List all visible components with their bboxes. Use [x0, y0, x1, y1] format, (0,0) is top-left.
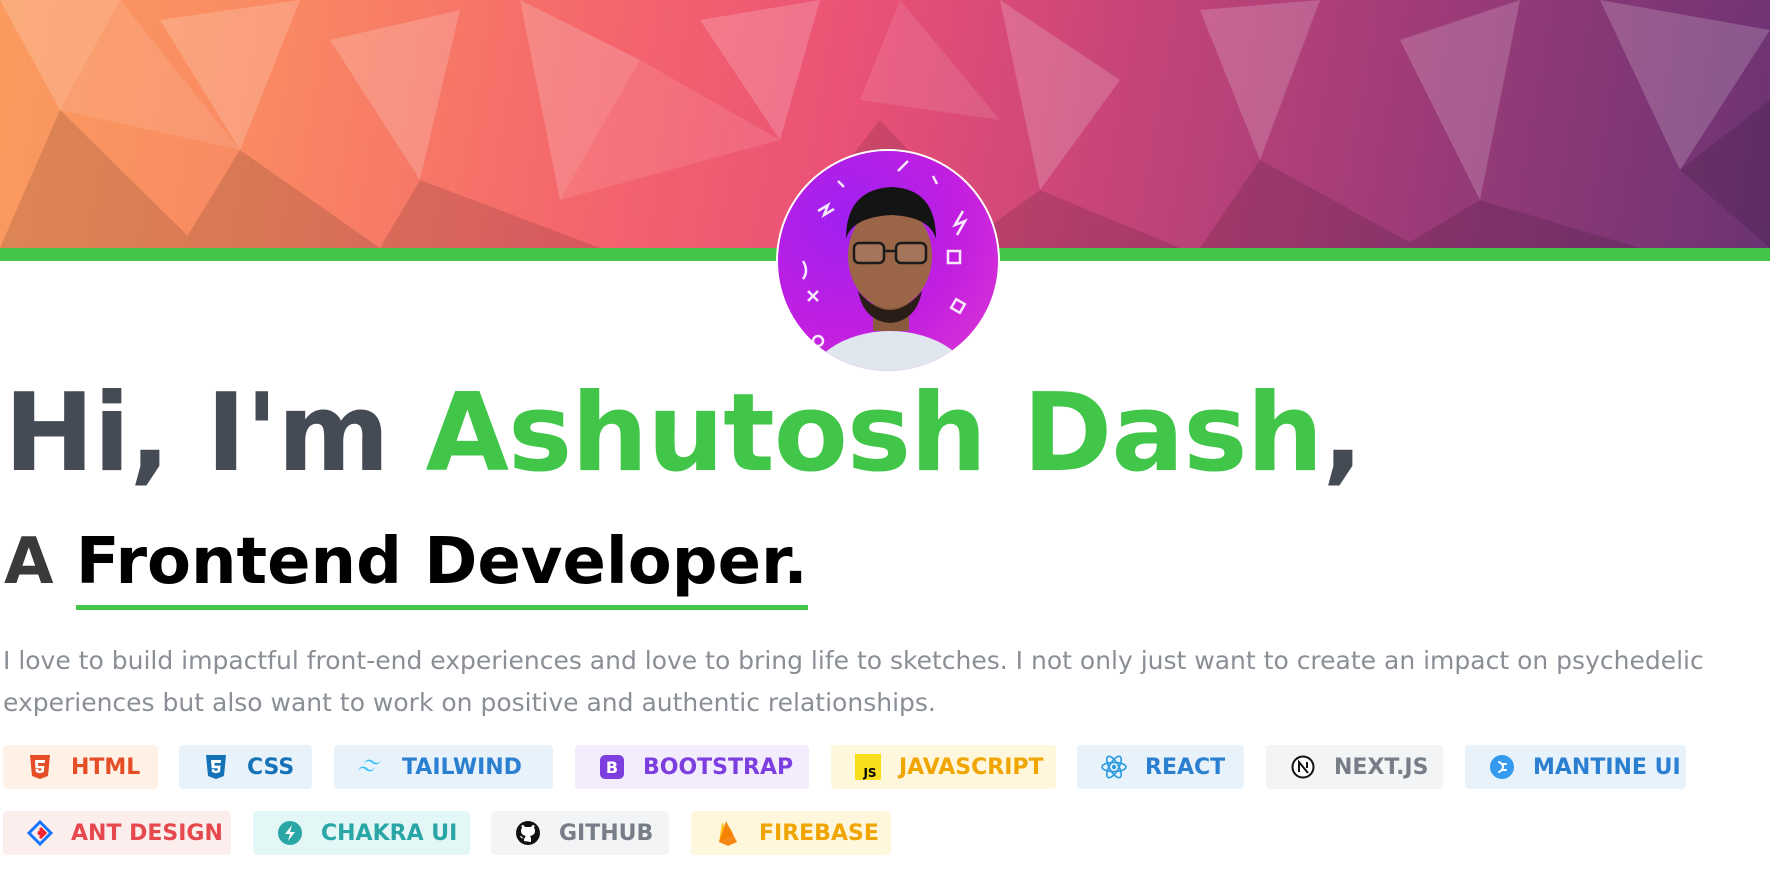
svg-text:JS: JS [862, 766, 876, 780]
hero-name-suffix: , [1322, 371, 1363, 496]
skill-label: MANTINE UI [1533, 754, 1681, 780]
skill-label: CHAKRA UI [321, 820, 458, 846]
javascript-icon: JS [853, 752, 883, 782]
skill-tag-css: CSS [179, 745, 312, 789]
skill-label: ANT DESIGN [71, 820, 223, 846]
skill-label: NEXT.JS [1334, 754, 1429, 780]
skill-label: TAILWIND [402, 754, 522, 780]
react-icon [1099, 752, 1129, 782]
github-icon [513, 818, 543, 848]
skill-tag-react: REACT [1077, 745, 1244, 789]
skill-label: BOOTSTRAP [643, 754, 794, 780]
svg-text:B: B [606, 758, 618, 777]
role-prefix: A [4, 525, 54, 599]
skill-tag-chakra: CHAKRA UI [253, 811, 470, 855]
avatar [778, 151, 998, 371]
role-heading: A Frontend Developer. [4, 525, 808, 610]
nextjs-icon [1288, 752, 1318, 782]
skill-tag-github: GITHUB [491, 811, 669, 855]
skill-tag-firebase: FIREBASE [691, 811, 891, 855]
hero-name: Ashutosh Dash [425, 371, 1323, 496]
hero-heading: Hi, I'm Ashutosh Dash, [4, 374, 1363, 494]
tailwind-icon [356, 752, 386, 782]
css3-icon [201, 752, 231, 782]
skill-tag-mantine: MANTINE UI [1465, 745, 1686, 789]
mantine-icon [1487, 752, 1517, 782]
skill-label: HTML [71, 754, 141, 780]
skill-label: JAVASCRIPT [899, 754, 1044, 780]
skill-tag-tailwind: TAILWIND [334, 745, 553, 789]
bootstrap-icon: B [597, 752, 627, 782]
skill-tag-bootstrap: B BOOTSTRAP [575, 745, 809, 789]
firebase-icon [713, 818, 743, 848]
skill-tag-html: HTML [3, 745, 158, 789]
profile-photo [801, 160, 971, 371]
skill-label: CSS [247, 754, 295, 780]
greeting-text: Hi, I'm [4, 371, 390, 496]
skill-label: FIREBASE [759, 820, 879, 846]
skill-label: REACT [1145, 754, 1226, 780]
skill-tag-ant-design: ANT DESIGN [3, 811, 231, 855]
ant-design-icon [25, 818, 55, 848]
skill-label: GITHUB [559, 820, 654, 846]
hero-description: I love to build impactful front-end expe… [3, 646, 1704, 717]
role-title: Frontend Developer. [75, 525, 808, 610]
skill-tag-nextjs: NEXT.JS [1266, 745, 1443, 789]
chakra-icon [275, 818, 305, 848]
html5-icon [25, 752, 55, 782]
skill-tag-javascript: JS JAVASCRIPT [831, 745, 1056, 789]
